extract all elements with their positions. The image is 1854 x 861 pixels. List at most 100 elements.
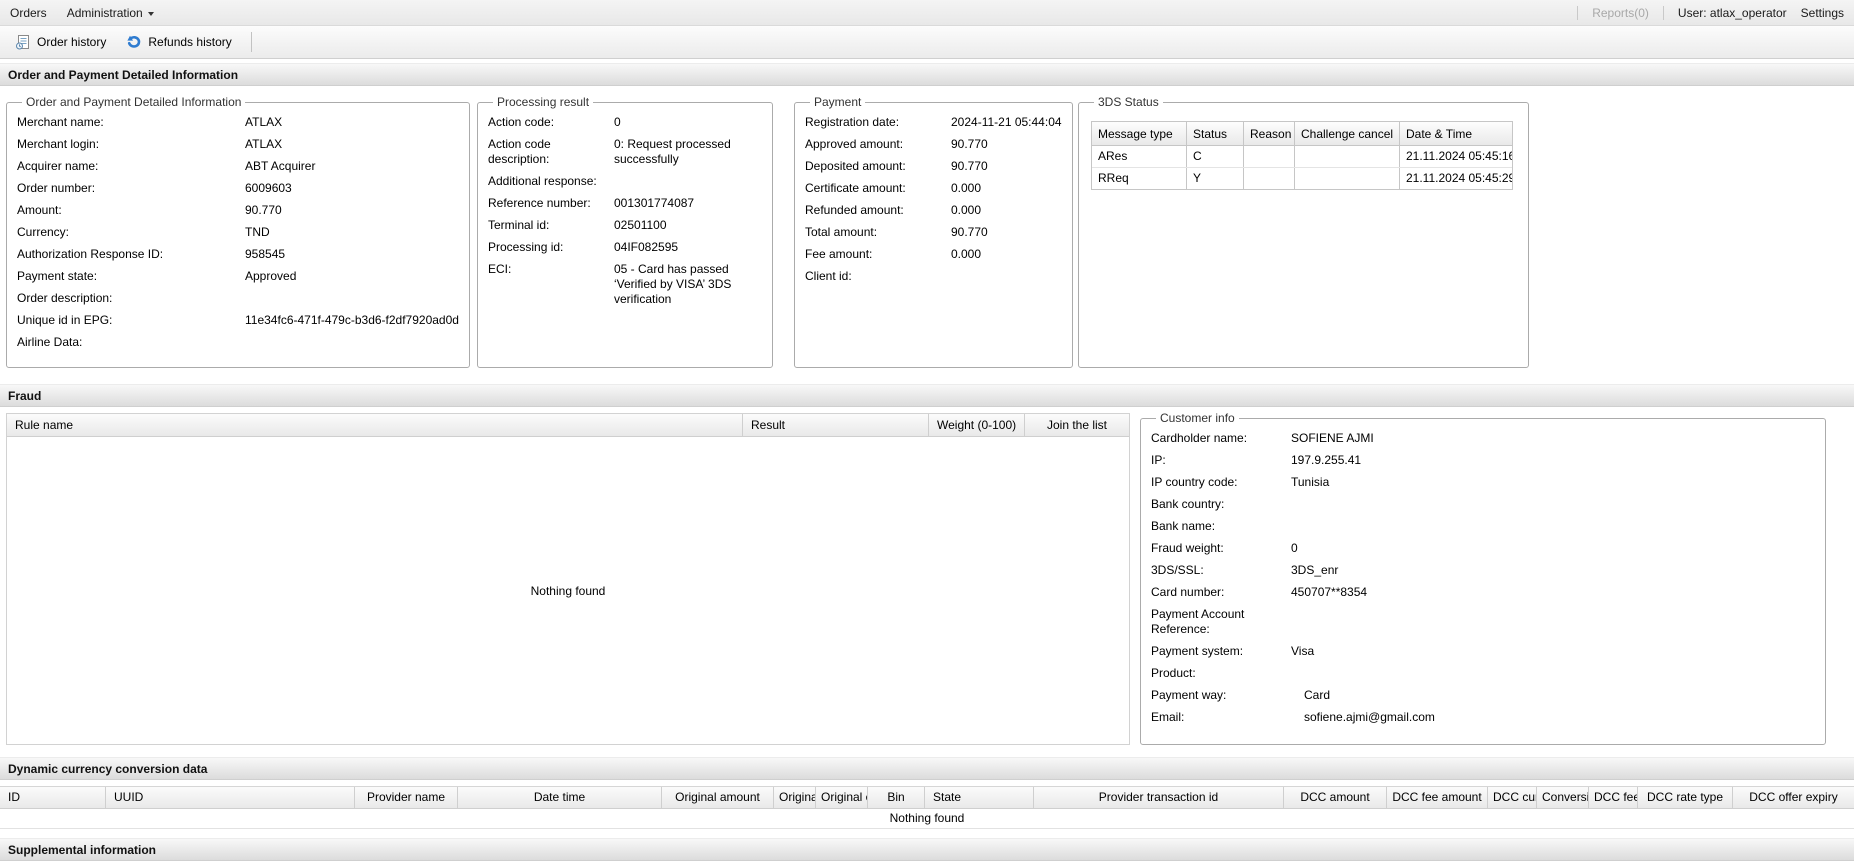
column-header-dcc-rate-type: DCC rate type — [1638, 787, 1733, 808]
field-row: Payment state: Approved — [17, 269, 459, 284]
field-row: Reference number: 001301774087 — [488, 196, 762, 211]
field-value: 197.9.255.41 — [1291, 453, 1362, 467]
field-value — [245, 335, 459, 350]
column-header-id: ID — [0, 787, 106, 808]
field-label: Product: — [1151, 666, 1196, 680]
three-ds-table-body: ARes C 21.11.2024 05:45:16 RReq Y 21.11.… — [1092, 146, 1512, 189]
field-row: Airline Data: — [17, 335, 459, 350]
cell-challenge-cancel — [1295, 146, 1400, 167]
cell-date-time: 21.11.2024 05:45:29 — [1406, 171, 1512, 185]
column-header-message-type: Message type — [1092, 122, 1187, 146]
field-value: ATLAX — [245, 115, 283, 129]
cell-reason — [1244, 168, 1295, 189]
field-label: Terminal id: — [488, 218, 550, 232]
cell-status: C — [1187, 146, 1244, 167]
field-value: 0 — [614, 115, 621, 129]
field-label: Registration date: — [805, 115, 900, 129]
field-label: Bank name: — [1151, 519, 1216, 533]
order-history-button[interactable]: Order history — [6, 31, 115, 53]
field-label: Authorization Response ID: — [17, 247, 164, 261]
field-label: Action code description: — [488, 137, 551, 166]
field-row: Order description: — [17, 291, 459, 306]
table-row: ARes C 21.11.2024 05:45:16 — [1092, 146, 1512, 168]
field-row: Certificate amount: 0.000 — [805, 181, 1062, 196]
cell-message-type: RReq — [1092, 168, 1187, 189]
menubar-separator — [1577, 5, 1579, 20]
chevron-down-icon — [147, 11, 154, 16]
field-value: 2024-11-21 05:44:04 — [951, 115, 1062, 129]
field-label: Payment state: — [17, 269, 98, 283]
field-label: Airline Data: — [17, 335, 83, 349]
menu-settings[interactable]: Settings — [1801, 6, 1844, 20]
field-row: Deposited amount: 90.770 — [805, 159, 1062, 174]
fraud-table: Rule name Result Weight (0-100) Join the… — [6, 413, 1130, 745]
column-header-bin: Bin — [868, 787, 925, 808]
field-value: ATLAX — [245, 137, 283, 151]
cell-message-type: ARes — [1092, 146, 1187, 167]
processing-result-legend: Processing result — [497, 95, 590, 109]
field-value: SOFIENE AJMI — [1291, 431, 1374, 445]
field-value: 6009603 — [245, 181, 292, 195]
three-ds-status-panel: 3DS Status Message type Status Reason Ch… — [1078, 95, 1529, 368]
field-label: Action code: — [488, 115, 555, 129]
section-header-fraud: Fraud — [0, 384, 1854, 407]
menubar: Orders Administration Reports(0) User: a… — [0, 0, 1854, 26]
field-label: Card number: — [1151, 585, 1225, 599]
field-row: Terminal id: 02501100 — [488, 218, 762, 233]
field-label: Payment way: — [1151, 688, 1227, 702]
dcc-section-title: Dynamic currency conversion data — [8, 761, 208, 776]
column-header-dcc-fee: DCC fee — [1589, 787, 1638, 808]
table-header-row: Message type Status Reason Challenge can… — [1092, 122, 1512, 146]
field-row: Approved amount: 90.770 — [805, 137, 1062, 152]
column-header-dcc-currency: DCC curr — [1488, 787, 1537, 808]
field-value — [1291, 666, 1815, 681]
dcc-empty-message: Nothing found — [0, 809, 1854, 829]
field-value: 90.770 — [951, 137, 988, 151]
field-row: Order number: 6009603 — [17, 181, 459, 196]
field-value: 02501100 — [614, 218, 667, 232]
three-ds-table: Message type Status Reason Challenge can… — [1091, 121, 1513, 190]
order-info-panel: Order and Payment Detailed Information M… — [6, 95, 470, 368]
menu-administration[interactable]: Administration — [67, 6, 154, 20]
field-value — [951, 269, 1062, 284]
refunds-history-button[interactable]: Refunds history — [117, 31, 240, 53]
column-header-rule-name: Rule name — [7, 414, 743, 436]
field-value: 001301774087 — [614, 196, 695, 210]
supplemental-section-title: Supplemental information — [8, 842, 157, 857]
field-row: Payment system: Visa — [1151, 644, 1815, 659]
menu-orders[interactable]: Orders — [10, 6, 47, 20]
menubar-left: Orders Administration — [10, 6, 154, 20]
field-value — [614, 174, 762, 189]
section-header-dcc: Dynamic currency conversion data — [0, 757, 1854, 780]
field-label: Fraud weight: — [1151, 541, 1224, 555]
column-header-provider-name: Provider name — [355, 787, 458, 808]
column-header-dcc-fee-amount: DCC fee amount — [1387, 787, 1488, 808]
field-row: Currency: TND — [17, 225, 459, 240]
field-label: Additional response: — [488, 174, 597, 188]
field-row: Acquirer name: ABT Acquirer — [17, 159, 459, 174]
cell-reason — [1244, 146, 1295, 167]
customer-info-panel: Customer info Cardholder name: SOFIENE AJ… — [1140, 411, 1826, 745]
field-row: Additional response: — [488, 174, 762, 189]
field-label: Order description: — [17, 291, 113, 305]
menu-reports[interactable]: Reports(0) — [1592, 6, 1649, 20]
field-row: Client id: — [805, 269, 1062, 284]
field-label: Merchant login: — [17, 137, 100, 151]
page-title: Order and Payment Detailed Information — [8, 67, 239, 82]
field-label: Amount: — [17, 203, 62, 217]
field-row: 3DS/SSL: 3DS_enr — [1151, 563, 1815, 578]
field-row: Registration date: 2024-11-21 05:44:04 — [805, 115, 1062, 130]
column-header-provider-transaction-id: Provider transaction id — [1034, 787, 1284, 808]
column-header-original-currency: Original c — [816, 787, 868, 808]
field-value: 450707**8354 — [1291, 585, 1368, 599]
field-row: Action code description: 0: Request proce… — [488, 137, 762, 167]
order-info-legend: Order and Payment Detailed Information — [26, 95, 242, 109]
field-value: 0.000 — [951, 247, 982, 261]
refunds-history-label: Refunds history — [148, 35, 232, 49]
field-label: Cardholder name: — [1151, 431, 1248, 445]
field-value: 0.000 — [951, 181, 982, 195]
field-row: Bank name: — [1151, 519, 1815, 534]
field-value: 90.770 — [245, 203, 282, 217]
app-window: Orders Administration Reports(0) User: a… — [0, 0, 1854, 861]
processing-result-panel: Processing result Action code: 0 Action c… — [477, 95, 773, 368]
